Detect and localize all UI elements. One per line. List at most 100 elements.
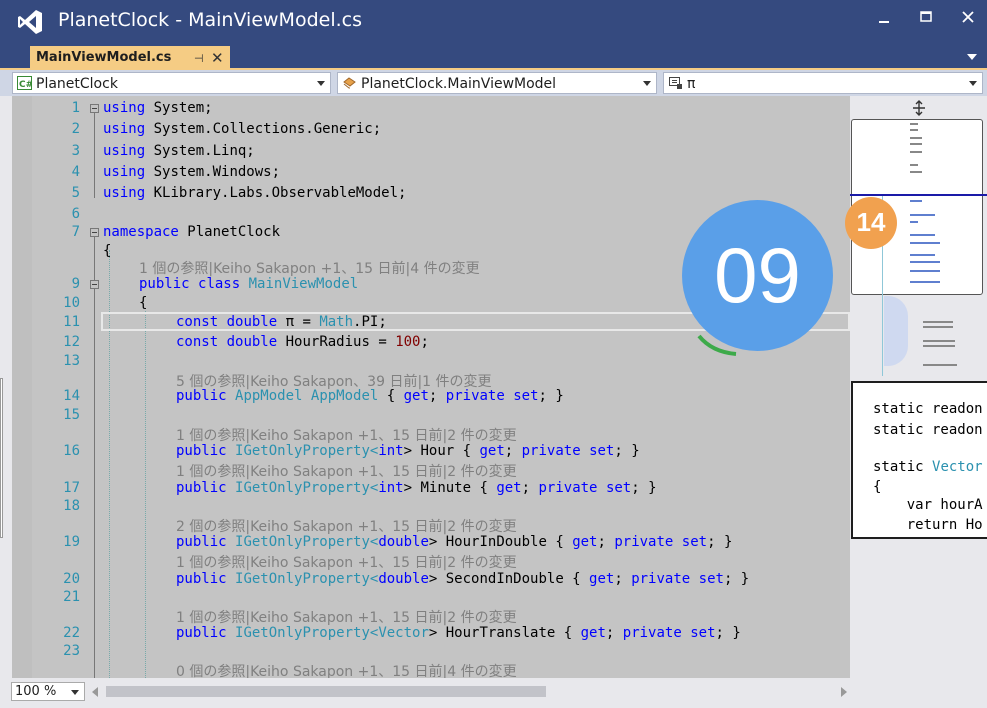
code-text: const double HourRadius = 100; [176,334,429,350]
codelens-hint: 0 個の参照|Keiho Sakapon +1、15 日前|4 件の変更 [176,664,517,678]
minimap-line [910,221,918,223]
code-line: 4 using System.Windows; [12,162,850,182]
line-number: 13 [63,353,80,369]
code-line: 20 public IGetOnlyProperty<double> Second… [12,569,850,589]
minimap-caret-line [850,194,987,196]
code-text: using System.Collections.Generic; [103,121,382,137]
codelens-hint-row[interactable]: 1 個の参照|Keiho Sakapon +1、15 日前|2 件の変更 [12,459,850,480]
scroll-left-icon[interactable] [92,687,98,697]
line-number: 10 [63,295,80,311]
code-text: public IGetOnlyProperty<int> Hour { get;… [176,443,640,459]
minimap-line [910,234,935,236]
code-text: { [139,295,148,311]
minimap-line [910,164,918,166]
split-handle-icon[interactable] [912,100,926,116]
window-title: PlanetClock - MainViewModel.cs [58,9,362,31]
pin-icon[interactable]: ⊣ [194,52,204,65]
visual-studio-logo-icon [18,10,42,34]
code-line: 2 using System.Collections.Generic; [12,119,850,139]
minimap-line [923,326,953,328]
member-name: π [687,76,696,92]
code-text: using System.Linq; [103,143,255,159]
line-number: 16 [63,443,80,459]
minimap-line [910,171,922,173]
code-editor[interactable]: 1 using System; 2 using System.Collections.… [12,96,850,678]
chevron-down-icon [71,690,79,695]
line-number: 20 [63,571,80,587]
minimap-line [910,137,922,139]
code-text: public IGetOnlyProperty<double> SecondIn… [176,571,750,587]
scroll-right-icon[interactable] [841,687,847,697]
codelens-hint-row[interactable]: 0 個の参照|Keiho Sakapon +1、15 日前|4 件の変更 [12,659,850,678]
line-number: 12 [63,334,80,350]
line-number: 5 [71,185,80,201]
code-line: 19 public IGetOnlyProperty<double> HourIn… [12,532,850,552]
line-number: 15 [63,407,80,423]
hour-number: 09 [714,231,801,319]
zoom-level: 100 % [15,684,57,699]
codelens-hint-row[interactable]: 1 個の参照|Keiho Sakapon +1、15 日前|2 件の変更 [12,550,850,571]
chevron-down-icon [317,81,325,86]
tab-label: MainViewModel.cs [36,50,172,65]
minimap-line [910,123,918,125]
line-number: 6 [71,206,80,222]
peek-code-line: static readon [873,401,983,417]
minute-badge: 14 [845,197,897,249]
collapse-icon[interactable] [90,104,99,113]
code-text: const double π = Math.PI; [176,314,387,330]
code-line: 3 using System.Linq; [12,141,850,161]
tab-mainviewmodel[interactable]: MainViewModel.cs ⊣ ✕ [30,46,230,68]
minimize-icon[interactable] [872,8,896,28]
line-number: 1 [71,100,80,116]
line-number: 11 [63,314,80,330]
project-name: PlanetClock [36,76,118,92]
peek-code-line: var hourA [873,497,983,513]
minimap-line [923,345,955,347]
tab-close-icon[interactable]: ✕ [211,49,224,67]
code-line: 23 [12,641,850,661]
member-dropdown[interactable]: π [663,72,983,94]
codelens-hint-row[interactable]: 2 個の参照|Keiho Sakapon +1、15 日前|2 件の変更 [12,514,850,535]
minimap-line [923,340,955,342]
class-dropdown[interactable]: PlanetClock.MainViewModel [337,72,657,94]
minimap-line [910,129,918,131]
editor-status-bar: 100 % [0,678,987,708]
line-number: 7 [71,224,80,240]
minute-number: 14 [856,207,886,237]
scroll-thumb[interactable] [106,686,546,697]
zoom-dropdown[interactable]: 100 % [11,682,85,701]
line-number: 17 [63,480,80,496]
minimap-line [910,151,922,153]
line-number: 22 [63,625,80,641]
code-line: 14 public AppModel AppModel { get; privat… [12,386,850,406]
close-icon[interactable] [956,8,980,28]
peek-code-line: static readon [873,422,983,438]
codelens-hint-row[interactable]: 1 個の参照|Keiho Sakapon +1、15 日前|2 件の変更 [12,423,850,444]
minimap-line [910,242,940,244]
maximize-icon[interactable] [914,8,938,28]
minimap-line [910,214,935,216]
csharp-project-icon: C# [17,76,32,90]
collapse-icon[interactable] [90,228,99,237]
horizontal-scrollbar[interactable] [92,683,847,701]
minimap-line [923,364,957,366]
code-text: public IGetOnlyProperty<double> HourInDo… [176,534,733,550]
line-number: 9 [71,276,80,292]
svg-text:C#: C# [19,80,32,90]
line-number: 3 [71,143,80,159]
constant-field-icon [669,77,682,89]
line-number: 2 [71,121,80,137]
line-number: 19 [63,534,80,550]
minimap-fold-region [884,296,908,366]
code-text: using System.Windows; [103,164,281,180]
line-number: 18 [63,498,80,514]
project-dropdown[interactable]: C# PlanetClock [12,72,331,94]
minimap-line [910,143,922,145]
code-peek-tooltip: static readon static readon static Vector {… [851,381,987,539]
codelens-hint-row[interactable]: 1 個の参照|Keiho Sakapon +1、15 日前|2 件の変更 [12,605,850,626]
collapse-icon[interactable] [90,280,99,289]
code-text: namespace PlanetClock [103,224,281,240]
chevron-down-icon [969,81,977,86]
tab-overflow-dropdown-icon[interactable] [967,54,977,60]
code-line: 22 public IGetOnlyProperty<Vector> HourTr… [12,623,850,643]
